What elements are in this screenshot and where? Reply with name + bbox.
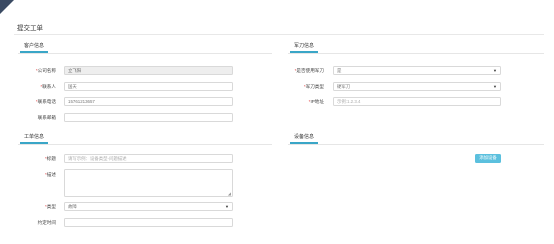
ticket-type-select[interactable]: 故障 ▼ xyxy=(64,202,233,211)
contact-label: *联系人 xyxy=(40,84,56,89)
knife-section-title: 军刀信息 xyxy=(290,44,319,53)
use-knife-label: *是否使用军刀 xyxy=(294,68,324,73)
add-device-button[interactable]: 添加设备 xyxy=(475,154,501,163)
description-textarea[interactable]: ◢ xyxy=(64,169,233,197)
title-divider xyxy=(14,34,544,35)
ticket-section-title: 工单信息 xyxy=(20,135,49,144)
resize-grip-icon[interactable]: ◢ xyxy=(228,191,231,196)
ip-label: *IP地址 xyxy=(308,99,324,104)
use-knife-select[interactable]: 是 ▼ xyxy=(333,66,501,75)
device-section-header: 设备信息 xyxy=(288,135,544,145)
title-label: *标题 xyxy=(45,156,56,161)
email-field[interactable] xyxy=(64,113,233,122)
customer-section-title: 客户信息 xyxy=(20,44,49,53)
chevron-down-icon: ▼ xyxy=(493,68,497,73)
knife-section-header: 军刀信息 xyxy=(288,44,544,54)
email-label: 联系邮箱 xyxy=(37,115,56,120)
customer-section-header: 客户信息 xyxy=(18,44,272,54)
appointment-time-label: 约定时间 xyxy=(37,220,56,225)
ticket-section-header: 工单信息 xyxy=(18,135,272,145)
page-title: 提交工单 xyxy=(17,25,43,32)
title-input[interactable]: 请写示例：设备类型-问题描述 xyxy=(64,154,233,163)
ticket-type-label: *类型 xyxy=(45,204,56,209)
chevron-down-icon: ▼ xyxy=(225,204,229,209)
device-section-title: 设备信息 xyxy=(290,135,319,144)
knife-type-select[interactable]: 硬军刀 ▼ xyxy=(333,82,501,91)
corner-decoration xyxy=(0,0,14,14)
ip-input[interactable]: 示例:1.2.3.4 xyxy=(333,97,501,106)
chevron-down-icon: ▼ xyxy=(493,84,497,89)
company-label: *公司名称 xyxy=(35,68,56,73)
phone-field[interactable]: 15761213657 xyxy=(64,97,233,106)
phone-label: *联系电话 xyxy=(35,99,56,104)
knife-type-label: *军刀类型 xyxy=(303,84,324,89)
contact-field[interactable]: 国天 xyxy=(64,82,233,91)
description-label: *描述 xyxy=(45,172,56,177)
company-field: 立飞阳 xyxy=(64,66,233,75)
appointment-time-input[interactable] xyxy=(64,218,233,227)
